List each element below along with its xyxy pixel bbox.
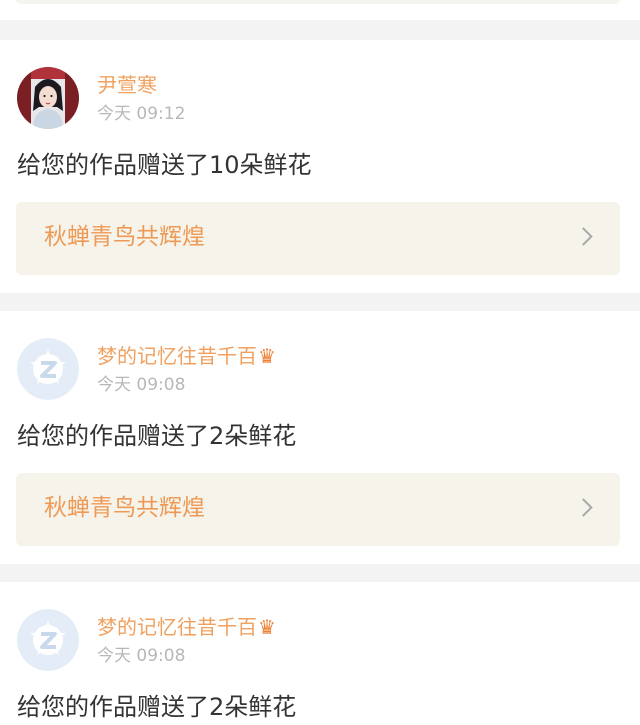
post-time: 今天 09:08	[97, 646, 186, 666]
crown-icon: ♛	[258, 615, 276, 639]
default-z-avatar-icon[interactable]	[17, 609, 79, 671]
gift-message: 给您的作品赠送了10朵鲜花	[17, 151, 312, 179]
crown-icon: ♛	[258, 344, 276, 368]
gift-message: 给您的作品赠送了2朵鲜花	[17, 693, 297, 721]
gift-message: 给您的作品赠送了2朵鲜花	[17, 422, 297, 450]
post-time: 今天 09:08	[97, 375, 186, 395]
user-name[interactable]: 梦的记忆往昔千百♛	[97, 617, 276, 637]
gift-card: 梦的记忆往昔千百♛ 今天 09:08 给您的作品赠送了2朵鲜花	[0, 582, 640, 725]
work-title: 秋蝉青鸟共辉煌	[44, 224, 205, 250]
work-link[interactable]: 秋蝉青鸟共辉煌	[16, 202, 620, 275]
previous-card-bottom	[0, 0, 640, 20]
chevron-right-icon	[574, 498, 593, 517]
gift-card: 尹萱寒 今天 09:12 给您的作品赠送了10朵鲜花 秋蝉青鸟共辉煌	[0, 40, 640, 293]
user-name[interactable]: 尹萱寒	[97, 75, 157, 95]
gift-card: 梦的记忆往昔千百♛ 今天 09:08 给您的作品赠送了2朵鲜花 秋蝉青鸟共辉煌	[0, 311, 640, 564]
work-title: 秋蝉青鸟共辉煌	[44, 495, 205, 521]
post-time: 今天 09:12	[97, 104, 186, 124]
user-name[interactable]: 梦的记忆往昔千百♛	[97, 346, 276, 366]
default-z-avatar-icon[interactable]	[17, 338, 79, 400]
previous-work-link[interactable]	[16, 0, 620, 4]
user-photo-avatar[interactable]	[17, 67, 79, 129]
work-link[interactable]: 秋蝉青鸟共辉煌	[16, 473, 620, 546]
chevron-right-icon	[574, 227, 593, 246]
